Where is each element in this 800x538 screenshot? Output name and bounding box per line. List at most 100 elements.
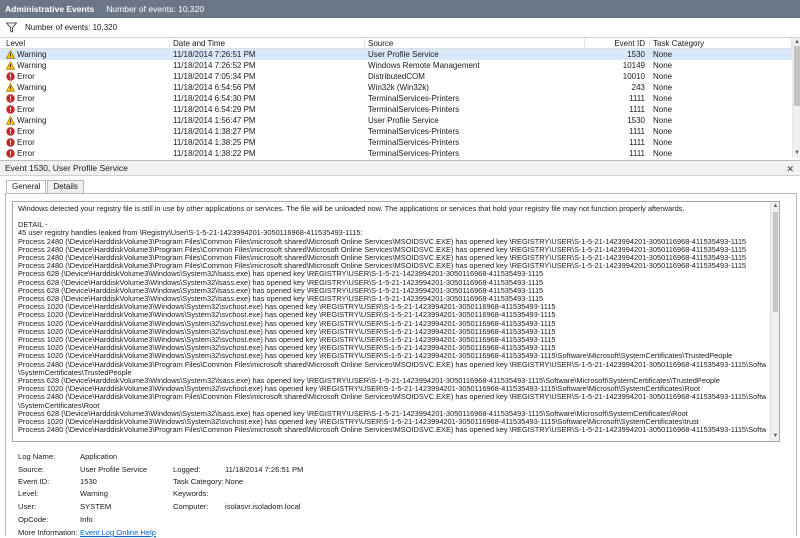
table-row[interactable]: Warning 11/18/2014 7:26:51 PM User Profile… xyxy=(0,49,792,60)
tab-details[interactable]: Details xyxy=(47,180,84,193)
message-scroll-down-icon[interactable]: ▼ xyxy=(771,432,779,440)
table-row[interactable]: Error 11/18/2014 1:38:22 PM TerminalServic… xyxy=(0,148,792,158)
prop-row-opcode: OpCode: Info xyxy=(18,515,778,525)
logged-label: Logged: xyxy=(173,465,201,474)
error-icon xyxy=(6,149,15,158)
row-level-text: Error xyxy=(17,138,35,147)
error-icon xyxy=(6,138,15,147)
col-date[interactable]: Date and Time xyxy=(170,38,365,49)
message-line: Process 628 (\Device\HarddiskVolume3\Win… xyxy=(18,409,688,418)
row-event-id: 10149 xyxy=(622,61,645,70)
message-line: Process 2480 (\Device\HarddiskVolume3\Pr… xyxy=(18,254,747,263)
row-source: DistributedCOM xyxy=(368,72,425,81)
logged-value: 11/18/2014 7:26:51 PM xyxy=(225,465,304,474)
message-line: Process 628 (\Device\HarddiskVolume3\Win… xyxy=(18,286,544,295)
message-line: \SystemCertificates\TrustedPeople xyxy=(18,368,132,377)
close-icon[interactable]: ✕ xyxy=(786,164,794,175)
row-level: Error xyxy=(6,93,166,104)
event-log-online-help-link[interactable]: Event Log Online Help xyxy=(80,528,156,538)
message-line: Process 2480 (\Device\HarddiskVolume3\Pr… xyxy=(18,237,747,246)
row-task-category: None xyxy=(653,138,673,147)
message-line: \SystemCertificates\Root xyxy=(18,401,100,410)
warning-icon xyxy=(6,49,16,59)
row-task-category: None xyxy=(653,127,673,136)
table-row[interactable]: Warning 11/18/2014 1:56:47 PM User Profile… xyxy=(0,115,792,126)
row-source: Win32k (Win32k) xyxy=(368,83,429,92)
computer-label: Computer: xyxy=(173,502,209,511)
row-level-text: Warning xyxy=(17,50,47,59)
grid-scroll-thumb[interactable] xyxy=(794,46,800,106)
filter-icon[interactable] xyxy=(6,22,17,33)
row-date: 11/18/2014 1:38:27 PM xyxy=(173,127,256,136)
col-event-id[interactable]: Event ID xyxy=(585,38,650,49)
message-scroll-thumb[interactable] xyxy=(773,212,778,312)
row-date: 11/18/2014 7:26:52 PM xyxy=(173,61,256,70)
computer-value: isolasvr.isoladom.local xyxy=(225,502,301,511)
row-date: 11/18/2014 1:38:22 PM xyxy=(173,149,256,158)
prop-row-level: Level: Warning Keywords: xyxy=(18,489,778,499)
table-row[interactable]: Error 11/18/2014 1:38:25 PM TerminalServic… xyxy=(0,137,792,148)
row-event-id: 1111 xyxy=(628,149,645,158)
event-detail-title: Event 1530, User Profile Service xyxy=(5,163,128,173)
keywords-label: Keywords: xyxy=(173,489,209,498)
table-row[interactable]: Error 11/18/2014 7:05:34 PM DistributedCOM… xyxy=(0,71,792,82)
prop-row-log-name: Log Name: Application xyxy=(18,452,778,462)
message-line: Process 1020 (\Device\HarddiskVolume3\Wi… xyxy=(18,352,733,361)
grid-scrollbar[interactable]: ▲ ▼ xyxy=(792,38,800,158)
message-line: Process 628 (\Device\HarddiskVolume3\Win… xyxy=(18,270,544,279)
more-info-label: More Information: xyxy=(18,528,78,537)
table-row[interactable]: Warning 11/18/2014 7:26:52 PM Windows Remo… xyxy=(0,60,792,71)
row-level: Warning xyxy=(6,60,166,71)
table-row[interactable]: Error 11/18/2014 6:54:30 PM TerminalServic… xyxy=(0,93,792,104)
table-row[interactable]: Error 11/18/2014 1:38:27 PM TerminalServic… xyxy=(0,126,792,137)
row-level: Error xyxy=(6,126,166,137)
error-icon xyxy=(6,72,15,81)
row-date: 11/18/2014 6:54:56 PM xyxy=(173,83,256,92)
col-source[interactable]: Source xyxy=(365,38,585,49)
message-scroll-up-icon[interactable]: ▲ xyxy=(771,202,779,210)
level-label: Level: xyxy=(18,489,39,498)
event-message-box[interactable]: Windows detected your registry file is s… xyxy=(12,201,780,442)
error-icon xyxy=(6,127,15,136)
table-row[interactable]: Warning 11/18/2014 6:54:56 PM Win32k (Win3… xyxy=(0,82,792,93)
message-scrollbar[interactable]: ▲ ▼ xyxy=(770,202,779,441)
table-row[interactable]: Error 11/18/2014 6:54:29 PM TerminalServic… xyxy=(0,104,792,115)
row-task-category: None xyxy=(653,61,673,70)
col-level[interactable]: Level xyxy=(3,38,170,49)
message-line: Process 628 (\Device\HarddiskVolume3\Win… xyxy=(18,295,544,304)
row-level: Warning xyxy=(6,82,166,93)
row-event-id: 243 xyxy=(631,83,645,92)
user-label: User: xyxy=(18,502,37,511)
task-category-value: None xyxy=(225,477,244,486)
prop-row-source: Source: User Profile Service Logged: 11/… xyxy=(18,465,778,475)
row-source: Windows Remote Management xyxy=(368,61,480,70)
row-date: 11/18/2014 7:05:34 PM xyxy=(173,72,256,81)
row-date: 11/18/2014 6:54:29 PM xyxy=(173,105,256,114)
row-level: Error xyxy=(6,137,166,148)
warning-icon xyxy=(6,115,16,125)
task-category-label: Task Category: xyxy=(173,477,224,486)
col-task-category[interactable]: Task Category xyxy=(650,38,792,49)
row-event-id: 1111 xyxy=(628,94,645,103)
message-line: Process 2480 (\Device\HarddiskVolume3\Pr… xyxy=(18,393,766,402)
row-level-text: Error xyxy=(17,94,35,103)
grid-header: Level Date and Time Source Event ID Task… xyxy=(0,38,792,49)
warning-icon xyxy=(6,60,16,70)
scroll-up-icon[interactable]: ▲ xyxy=(793,38,800,46)
prop-row-user: User: SYSTEM Computer: isolasvr.isoladom… xyxy=(18,502,778,512)
prop-row-more-info: More Information: Event Log Online Help xyxy=(18,528,778,538)
row-event-id: 1111 xyxy=(628,138,645,147)
message-line: Process 1020 (\Device\HarddiskVolume3\Wi… xyxy=(18,319,556,328)
message-line: Process 1020 (\Device\HarddiskVolume3\Wi… xyxy=(18,311,556,320)
message-line xyxy=(18,213,766,221)
tab-general[interactable]: General xyxy=(6,180,47,194)
row-event-id: 10010 xyxy=(622,72,645,81)
row-level-text: Warning xyxy=(17,83,47,92)
row-level-text: Error xyxy=(17,127,35,136)
scroll-down-icon[interactable]: ▼ xyxy=(793,149,800,157)
source-label: Source: xyxy=(18,465,45,474)
log-name-value: Application xyxy=(80,452,118,461)
message-line: Process 2480 (\Device\HarddiskVolume3\Pr… xyxy=(18,426,766,435)
filter-count: Number of events: 10,320 xyxy=(25,23,118,32)
row-level-text: Error xyxy=(17,72,35,81)
